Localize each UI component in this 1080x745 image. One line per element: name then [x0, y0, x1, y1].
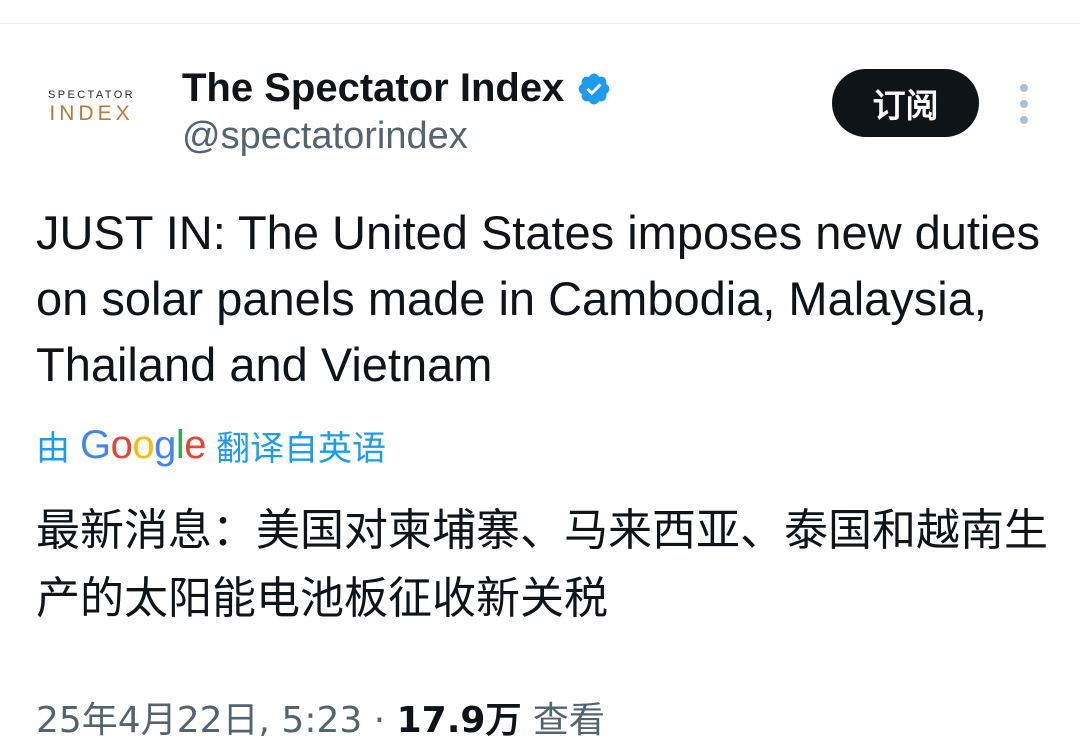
verified-badge-icon[interactable] [576, 70, 612, 106]
google-letter: o [110, 422, 133, 467]
google-letter: G [80, 422, 111, 467]
display-name[interactable]: The Spectator Index [182, 64, 564, 112]
google-letter: g [154, 422, 176, 467]
google-logo: Google [80, 422, 207, 468]
google-letter: l [175, 422, 185, 467]
tweet-meta: 25年4月22日, 5:23 · 17.9万 查看 [36, 697, 605, 745]
more-dot [1020, 84, 1028, 92]
google-letter: o [132, 422, 155, 467]
display-name-row[interactable]: The Spectator Index [182, 64, 612, 112]
avatar-logo-top: SPECTATOR [48, 89, 135, 101]
top-divider [0, 23, 1080, 24]
subscribe-button[interactable]: 订阅 [832, 69, 979, 137]
views-count[interactable]: 17.9万 [397, 700, 522, 741]
translated-tweet-text: 最新消息：美国对柬埔寨、马来西亚、泰国和越南生产的太阳能电池板征收新关税 [36, 505, 1048, 624]
more-dot [1020, 100, 1028, 108]
tweet-text: JUST IN: The United States imposes new d… [36, 206, 1041, 391]
date-comma: , [258, 700, 282, 741]
more-dot [1020, 116, 1028, 124]
views-label: 查看 [532, 700, 605, 741]
google-letter: e [184, 422, 207, 467]
account-handle[interactable]: @spectatorindex [182, 113, 468, 159]
avatar-logo-bottom: INDEX [49, 102, 134, 125]
translation-attribution[interactable]: 由 Google 翻译自英语 [36, 420, 386, 470]
avatar[interactable]: SPECTATOR INDEX [24, 62, 159, 197]
translated-from-english-link[interactable]: 翻译自英语 [216, 421, 386, 470]
meta-separator: · [373, 700, 386, 741]
translated-by-label: 由 [36, 428, 70, 469]
more-vertical-icon[interactable] [1012, 84, 1036, 124]
tweet-date[interactable]: 25年4月22日 [36, 700, 259, 741]
tweet-time[interactable]: 5:23 [281, 700, 362, 741]
